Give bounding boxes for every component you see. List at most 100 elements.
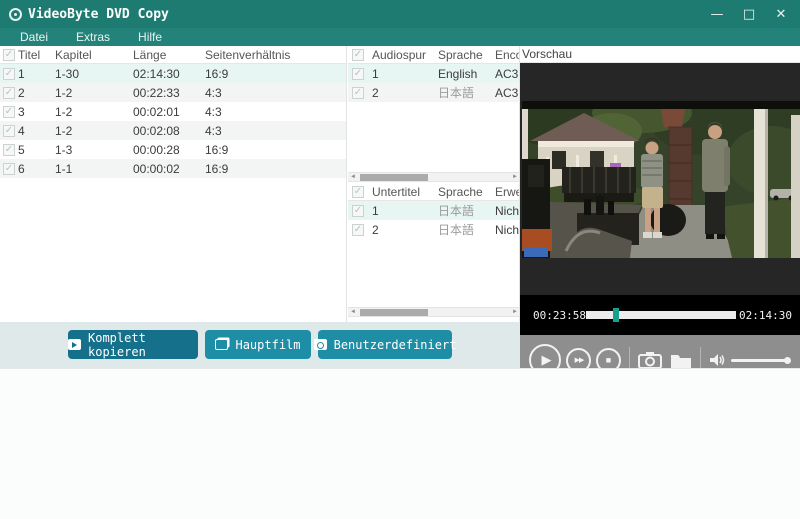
col-audiospur: Audiospur	[372, 47, 427, 62]
table-row[interactable]: ✓ 4 1-2 00:02:08 4:3	[0, 121, 346, 140]
row-checkbox[interactable]: ✓	[352, 67, 364, 80]
cell-kapitel: 1-3	[55, 142, 73, 157]
row-checkbox[interactable]: ✓	[352, 86, 364, 99]
scrollbar-thumb[interactable]	[360, 174, 428, 181]
audio-hscrollbar[interactable]: ◄ ►	[348, 172, 519, 182]
current-time: 00:23:58	[533, 308, 586, 322]
table-row[interactable]: ✓ 2 日本語 AC3	[348, 83, 519, 102]
subtitle-hscrollbar[interactable]: ◄ ►	[348, 307, 519, 317]
col-untertitel: Untertitel	[372, 184, 421, 199]
cell-ratio: 4:3	[205, 104, 222, 119]
subtitle-table: ✓ Untertitel Sprache Erweitert ✓ 1 日本語 N…	[348, 183, 520, 239]
main-movie-icon	[215, 339, 229, 350]
close-button[interactable]: ✕	[772, 7, 790, 22]
main-movie-button[interactable]: Hauptfilm	[205, 330, 311, 359]
scroll-left-icon[interactable]: ◄	[348, 173, 358, 182]
menu-hilfe[interactable]: Hilfe	[124, 30, 176, 44]
cell-titel: 1	[18, 66, 25, 81]
select-all-titles-checkbox[interactable]: ✓	[3, 48, 15, 61]
table-row[interactable]: ✓ 1 English AC3	[348, 64, 519, 83]
col-sprache: Sprache	[438, 184, 483, 199]
cell-sprache: 日本語	[438, 204, 475, 218]
mode-button-strip: Komplett kopieren Hauptfilm Benutzerdefi…	[0, 322, 520, 368]
table-row[interactable]: ✓ 6 1-1 00:00:02 16:9	[0, 159, 346, 178]
seek-handle[interactable]	[612, 308, 619, 322]
table-row[interactable]: ✓ 3 1-2 00:02:01 4:3	[0, 102, 346, 121]
cell-titel: 2	[18, 85, 25, 100]
title-bar: VideoByte DVD Copy — □ ✕	[0, 0, 800, 28]
title-table-header: ✓ Titel Kapitel Länge Seitenverhältnis	[0, 46, 346, 64]
cell-ratio: 4:3	[205, 85, 222, 100]
select-all-audio-checkbox[interactable]: ✓	[352, 48, 364, 61]
table-row[interactable]: ✓ 5 1-3 00:00:28 16:9	[0, 140, 346, 159]
cell-encoder: AC3	[495, 66, 519, 81]
cell-track: 1	[372, 203, 379, 218]
cell-laenge: 00:00:28	[133, 142, 180, 157]
row-checkbox[interactable]: ✓	[3, 143, 15, 156]
custom-copy-button[interactable]: Benutzerdefiniert	[313, 330, 456, 359]
settings-panel: Quelle: [D] Optiarc BD RW BD-5740L 1.5A …	[0, 368, 800, 519]
audio-subtitle-panel: ✓ Audiospur Sprache Encoder ✓ 1 English …	[348, 46, 520, 322]
select-all-subtitles-checkbox[interactable]: ✓	[352, 185, 364, 198]
row-checkbox[interactable]: ✓	[352, 223, 364, 236]
row-checkbox[interactable]: ✓	[3, 105, 15, 118]
preview-title: Vorschau	[520, 46, 800, 63]
table-row[interactable]: ✓ 1 日本語 Nicht	[348, 201, 520, 220]
menu-extras[interactable]: Extras	[62, 30, 124, 44]
video-frame	[522, 101, 800, 258]
cell-kapitel: 1-2	[55, 123, 73, 138]
custom-copy-label: Benutzerdefiniert	[333, 337, 457, 352]
custom-copy-icon	[313, 339, 327, 350]
seek-bar[interactable]	[586, 308, 736, 322]
cell-sprache: English	[438, 66, 478, 81]
cell-laenge: 02:14:30	[133, 66, 180, 81]
cell-ratio: 16:9	[205, 142, 229, 157]
col-seitenverhaeltnis: Seitenverhältnis	[205, 47, 291, 62]
col-titel: Titel	[18, 47, 41, 62]
cell-erweitert: Nicht	[495, 203, 520, 218]
full-copy-button[interactable]: Komplett kopieren	[68, 330, 198, 359]
total-time: 02:14:30	[739, 308, 792, 322]
cell-titel: 3	[18, 104, 25, 119]
cell-track: 2	[372, 222, 379, 237]
scroll-left-icon[interactable]: ◄	[348, 308, 358, 317]
volume-slider[interactable]	[731, 356, 791, 364]
volume-knob[interactable]	[784, 356, 791, 364]
main-movie-label: Hauptfilm	[235, 337, 301, 352]
snapshot-camera-icon[interactable]	[638, 351, 662, 369]
cell-titel: 6	[18, 161, 25, 176]
full-copy-icon	[68, 339, 81, 350]
cell-kapitel: 1-30	[55, 66, 80, 81]
app-logo-icon	[9, 7, 22, 21]
cell-track: 2	[372, 85, 379, 100]
row-checkbox[interactable]: ✓	[352, 204, 364, 217]
row-checkbox[interactable]: ✓	[3, 67, 15, 80]
scroll-right-icon[interactable]: ►	[510, 308, 519, 317]
open-folder-icon[interactable]	[670, 352, 692, 369]
table-row[interactable]: ✓ 1 1-30 02:14:30 16:9	[0, 64, 346, 83]
volume-icon[interactable]	[709, 353, 725, 367]
full-copy-label: Komplett kopieren	[88, 330, 146, 359]
cell-laenge: 00:22:33	[133, 85, 180, 100]
subtitle-table-header: ✓ Untertitel Sprache Erweitert	[348, 183, 519, 201]
audio-table-header: ✓ Audiospur Sprache Encoder	[348, 46, 519, 64]
row-checkbox[interactable]: ✓	[3, 124, 15, 137]
menu-bar: Datei Extras Hilfe	[0, 28, 800, 46]
row-checkbox[interactable]: ✓	[3, 86, 15, 99]
video-screen: 00:23:58 02:14:30 ▶ ▶▶ ■	[520, 63, 800, 385]
row-checkbox[interactable]: ✓	[3, 162, 15, 175]
cell-sprache: 日本語	[438, 86, 475, 100]
cell-titel: 5	[18, 142, 25, 157]
cell-laenge: 00:02:01	[133, 104, 180, 119]
cell-kapitel: 1-1	[55, 161, 73, 176]
table-row[interactable]: ✓ 2 日本語 Nicht	[348, 220, 519, 239]
scroll-right-icon[interactable]: ►	[510, 173, 519, 182]
cell-track: 1	[372, 66, 379, 81]
table-row[interactable]: ✓ 2 1-2 00:22:33 4:3	[0, 83, 346, 102]
col-laenge: Länge	[133, 47, 167, 62]
menu-datei[interactable]: Datei	[0, 30, 62, 44]
minimize-button[interactable]: —	[708, 7, 726, 22]
app-window: VideoByte DVD Copy — □ ✕ Datei Extras Hi…	[0, 0, 800, 519]
scrollbar-thumb[interactable]	[360, 309, 428, 316]
maximize-button[interactable]: □	[740, 7, 758, 22]
